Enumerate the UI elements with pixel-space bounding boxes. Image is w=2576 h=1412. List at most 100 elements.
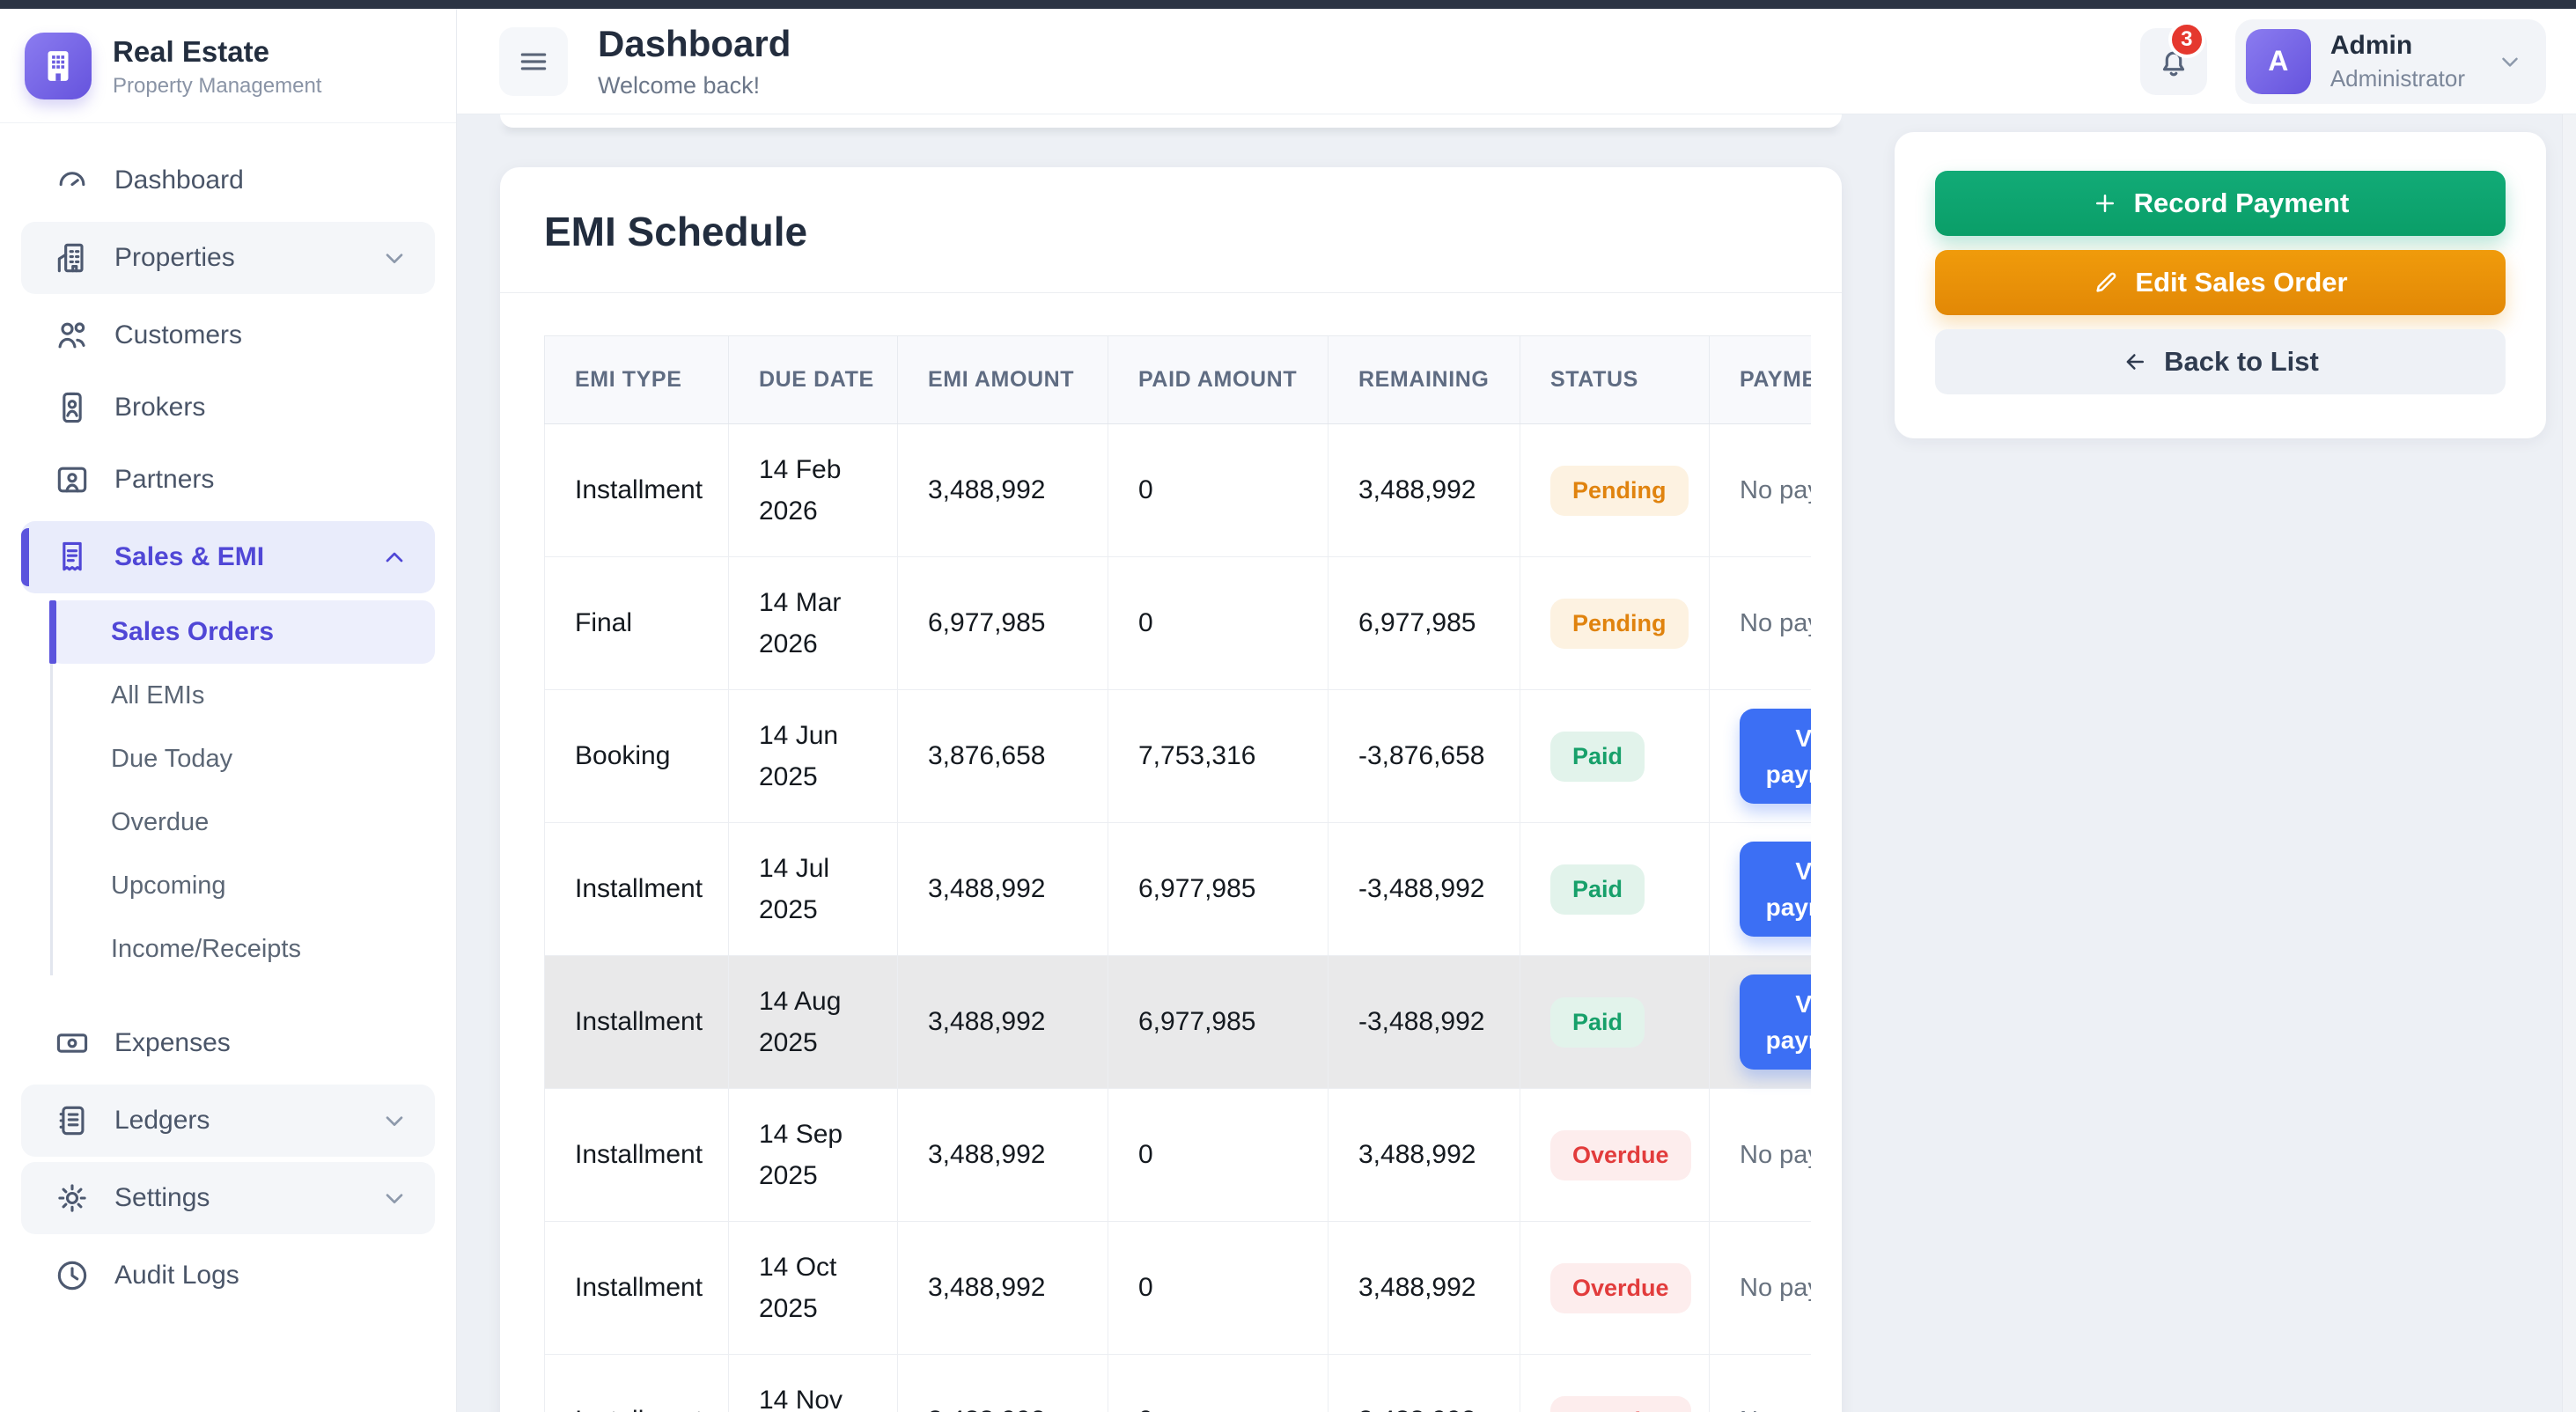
status-badge: Pending bbox=[1550, 599, 1689, 649]
id-badge-icon bbox=[53, 388, 92, 427]
receipt-icon bbox=[53, 538, 92, 577]
sidebar-item-label: Sales & EMI bbox=[114, 542, 380, 572]
sales-emi-submenu: Sales OrdersAll EMIs Due Today OverdueUpco… bbox=[49, 600, 435, 981]
sidebar-item-audit-logs[interactable]: Audit Logs bbox=[21, 1239, 435, 1312]
sidebar-subitem-due-today[interactable]: Due Today bbox=[49, 727, 435, 791]
status-badge: Overdue bbox=[1550, 1396, 1691, 1412]
column-header-emi-type: EMI TYPE bbox=[545, 336, 729, 424]
edit-sales-order-button[interactable]: Edit Sales Order bbox=[1935, 250, 2506, 315]
table-row: Installment14 Sep20253,488,99203,488,992… bbox=[545, 1089, 1812, 1222]
sidebar-item-customers[interactable]: Customers bbox=[21, 299, 435, 371]
view-payments-button[interactable]: View payments bbox=[1740, 842, 1811, 937]
gear-icon bbox=[53, 1179, 92, 1217]
page-scrollbar[interactable] bbox=[2562, 114, 2576, 1412]
cell-emi-type: Installment bbox=[545, 823, 729, 956]
sidebar-item-properties[interactable]: Properties bbox=[21, 222, 435, 294]
sidebar-item-settings[interactable]: Settings bbox=[21, 1162, 435, 1234]
cell-status: Overdue bbox=[1520, 1089, 1710, 1222]
no-payments-text: No payments bbox=[1740, 1407, 1811, 1412]
chevron-up-icon bbox=[380, 543, 408, 571]
cell-emi-amount: 6,977,985 bbox=[898, 557, 1108, 690]
sidebar-item-label: Audit Logs bbox=[114, 1261, 408, 1291]
cell-emi-type: Installment bbox=[545, 956, 729, 1089]
sidebar-subitem-label: Due Today bbox=[111, 745, 232, 774]
cell-paid-amount: 0 bbox=[1108, 424, 1328, 557]
app-logo-icon bbox=[25, 33, 92, 99]
arrow-left-icon bbox=[2122, 349, 2148, 375]
status-badge: Pending bbox=[1550, 466, 1689, 516]
cell-payments: No payments bbox=[1710, 1355, 1812, 1412]
ledger-icon bbox=[53, 1101, 92, 1140]
sidebar-subitem-sales-orders[interactable]: Sales Orders bbox=[49, 600, 435, 664]
cell-payments: No payments bbox=[1710, 557, 1812, 690]
button-label: Edit Sales Order bbox=[2135, 267, 2347, 298]
scrolled-card-edge bbox=[500, 114, 1842, 128]
sidebar-item-label: Brokers bbox=[114, 393, 408, 423]
sidebar-subitem-overdue[interactable]: Overdue bbox=[49, 791, 435, 854]
cell-status: Paid bbox=[1520, 690, 1710, 823]
back-to-list-button[interactable]: Back to List bbox=[1935, 329, 2506, 394]
cell-status: Overdue bbox=[1520, 1355, 1710, 1412]
users-icon bbox=[53, 316, 92, 355]
record-payment-button[interactable]: Record Payment bbox=[1935, 171, 2506, 236]
sidebar-item-dashboard[interactable]: Dashboard bbox=[21, 144, 435, 217]
cell-emi-type: Installment bbox=[545, 1089, 729, 1222]
user-menu[interactable]: A Admin Administrator bbox=[2235, 19, 2546, 104]
sidebar-subitem-upcoming[interactable]: Upcoming bbox=[49, 854, 435, 917]
cell-paid-amount: 6,977,985 bbox=[1108, 823, 1328, 956]
status-badge: Paid bbox=[1550, 864, 1645, 915]
no-payments-text: No payments bbox=[1740, 1141, 1811, 1169]
sidebar-subitem-all-emis[interactable]: All EMIs bbox=[49, 664, 435, 727]
cell-status: Overdue bbox=[1520, 1222, 1710, 1355]
cell-remaining: -3,488,992 bbox=[1328, 956, 1520, 1089]
view-payments-button[interactable]: View payments bbox=[1740, 709, 1811, 804]
cell-emi-amount: 3,488,992 bbox=[898, 1355, 1108, 1412]
cell-remaining: 3,488,992 bbox=[1328, 1089, 1520, 1222]
emi-table-wrapper: EMI TYPEDUE DATEEMI AMOUNTPAID AMOUNTREM… bbox=[544, 335, 1811, 1412]
actions-panel: Record Payment Edit Sales Order Back to Li… bbox=[1895, 132, 2546, 438]
menu-toggle-button[interactable] bbox=[499, 27, 568, 96]
cell-remaining: 3,488,992 bbox=[1328, 1222, 1520, 1355]
table-header-row: EMI TYPEDUE DATEEMI AMOUNTPAID AMOUNTREM… bbox=[545, 336, 1812, 424]
cell-payments: View payments bbox=[1710, 690, 1812, 823]
column-header-emi-amount: EMI AMOUNT bbox=[898, 336, 1108, 424]
cell-remaining: 3,488,992 bbox=[1328, 1355, 1520, 1412]
cell-payments: No payments bbox=[1710, 1089, 1812, 1222]
cell-due-date: 14 Jul2025 bbox=[729, 823, 898, 956]
cell-emi-amount: 3,876,658 bbox=[898, 690, 1108, 823]
notifications-button[interactable]: 3 bbox=[2140, 28, 2207, 95]
sidebar-item-label: Ledgers bbox=[114, 1106, 380, 1136]
status-badge: Overdue bbox=[1550, 1263, 1691, 1313]
chevron-down-icon bbox=[380, 244, 408, 272]
cell-paid-amount: 0 bbox=[1108, 1089, 1328, 1222]
no-payments-text: No payments bbox=[1740, 1274, 1811, 1302]
column-header-payments: PAYMENTS bbox=[1710, 336, 1812, 424]
table-row: Installment14 Aug20253,488,9926,977,985-… bbox=[545, 956, 1812, 1089]
cell-due-date: 14 Sep2025 bbox=[729, 1089, 898, 1222]
pencil-icon bbox=[2093, 269, 2119, 296]
sidebar-subitem-label: Income/Receipts bbox=[111, 935, 301, 964]
table-row: Installment14 Oct20253,488,99203,488,992… bbox=[545, 1222, 1812, 1355]
sidebar-item-label: Customers bbox=[114, 320, 408, 350]
sidebar-item-sales-emi[interactable]: Sales & EMI bbox=[21, 521, 435, 593]
cell-status: Paid bbox=[1520, 956, 1710, 1089]
user-name: Admin bbox=[2330, 31, 2465, 61]
view-payments-button[interactable]: View payments bbox=[1740, 974, 1811, 1070]
sidebar-item-label: Expenses bbox=[114, 1028, 408, 1058]
sidebar-item-label: Properties bbox=[114, 243, 380, 273]
sidebar-item-partners[interactable]: Partners bbox=[21, 444, 435, 516]
sidebar-item-expenses[interactable]: Expenses bbox=[21, 1007, 435, 1079]
sidebar-item-ledgers[interactable]: Ledgers bbox=[21, 1085, 435, 1157]
button-label: Record Payment bbox=[2134, 188, 2350, 219]
chevron-down-icon bbox=[380, 1184, 408, 1212]
cell-payments: View payments bbox=[1710, 956, 1812, 1089]
sidebar-item-brokers[interactable]: Brokers bbox=[21, 371, 435, 444]
cell-status: Paid bbox=[1520, 823, 1710, 956]
cell-payments: View payments bbox=[1710, 823, 1812, 956]
cell-due-date: 14 Mar2026 bbox=[729, 557, 898, 690]
sidebar-subitem-income-receipts[interactable]: Income/Receipts bbox=[49, 917, 435, 981]
cell-paid-amount: 7,753,316 bbox=[1108, 690, 1328, 823]
avatar: A bbox=[2246, 29, 2311, 94]
cell-status: Pending bbox=[1520, 557, 1710, 690]
cell-paid-amount: 0 bbox=[1108, 557, 1328, 690]
